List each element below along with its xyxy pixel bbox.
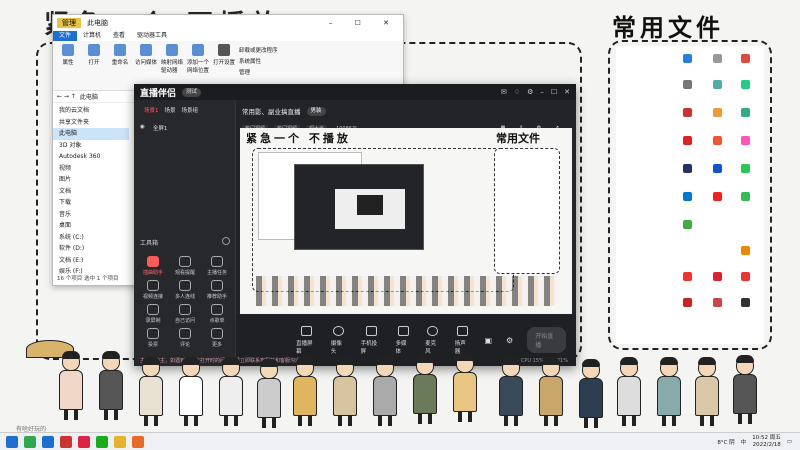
- nav-item[interactable]: 我的云文档: [53, 105, 129, 117]
- manage-link[interactable]: 管理: [239, 68, 278, 76]
- app-icon-red[interactable]: [78, 435, 90, 448]
- left-panel: 场景1 场景 场景组 ◉ 全屏1 工具箱 插曲助手 观看提醒 主播任务 视频连接 …: [134, 100, 236, 366]
- preview-heading-left: 紧急一个 不播放: [246, 132, 351, 145]
- uninstall-link[interactable]: 卸载或更改程序: [239, 46, 278, 54]
- tool-view-reminder[interactable]: 观看提醒: [170, 256, 200, 276]
- tab-scene-group[interactable]: 场景组: [182, 106, 199, 114]
- app-logo: 直播伴侣: [140, 88, 177, 99]
- tool-song-list[interactable]: 点歌单: [202, 304, 232, 324]
- app-icon-blue[interactable]: [42, 435, 54, 448]
- taskbar: 8°C 阴 中 10:52 周五 2022/2/18 ▭: [0, 432, 800, 450]
- nav-item[interactable]: Autodesk 360: [53, 151, 129, 163]
- tab-scene[interactable]: 场景: [165, 106, 176, 114]
- rename-icon: [114, 44, 126, 56]
- monitor-icon: [300, 325, 312, 336]
- character-strip: [0, 338, 800, 432]
- nav-item[interactable]: 视频: [53, 163, 129, 175]
- tab-computer[interactable]: 计算机: [77, 31, 107, 41]
- stream-tag[interactable]: 男装: [306, 106, 326, 116]
- clock[interactable]: 10:52 周五 2022/2/18: [752, 435, 781, 449]
- nav-item[interactable]: 共享文件夹: [53, 117, 129, 129]
- access-media-button[interactable]: 访问媒体: [135, 44, 157, 87]
- window-controls[interactable]: ✉ ♢ ⚙ – ☐ ✕: [501, 88, 570, 96]
- toolbox-label: 工具箱: [140, 240, 159, 247]
- eye-icon[interactable]: ◉: [140, 124, 145, 132]
- notification-icon[interactable]: ▭: [787, 439, 792, 445]
- app-icon-green[interactable]: [24, 435, 36, 448]
- open-icon: [88, 44, 100, 56]
- properties-button[interactable]: 属性: [57, 44, 79, 87]
- tab-scene1[interactable]: 场景1: [144, 106, 159, 114]
- more-icon[interactable]: [222, 237, 230, 245]
- camera-icon: [333, 325, 345, 336]
- phone-icon: [365, 325, 377, 336]
- app-icon-orange[interactable]: [132, 435, 144, 448]
- window-title: 此电脑: [87, 19, 108, 27]
- weather-text[interactable]: 8°C 阴: [717, 438, 734, 446]
- tool-record[interactable]: 录屏制: [138, 304, 168, 324]
- ime-indicator[interactable]: 中: [741, 438, 747, 446]
- nav-item[interactable]: 3D 对象: [53, 140, 129, 152]
- manage-tab[interactable]: 管理: [57, 18, 81, 28]
- tab-view[interactable]: 查看: [107, 31, 131, 41]
- maximize-icon[interactable]: ☐: [551, 88, 557, 96]
- media-icon: [140, 44, 152, 56]
- close-icon[interactable]: ✕: [564, 88, 570, 96]
- tool-host-task[interactable]: 主播任务: [202, 256, 232, 276]
- start-icon[interactable]: [6, 435, 18, 448]
- map-drive-button[interactable]: 映射网络驱动器: [161, 44, 183, 87]
- desktop-icons-panel: [616, 46, 764, 344]
- nav-item-this-pc[interactable]: 此电脑: [53, 128, 129, 140]
- stream-preview[interactable]: 紧急一个 不播放 常用文件: [240, 128, 572, 314]
- window-controls[interactable]: – ☐ ✕: [329, 19, 403, 27]
- nav-item[interactable]: 下载: [53, 197, 129, 209]
- nav-item[interactable]: 文档: [53, 186, 129, 198]
- system-properties-link[interactable]: 系统属性: [239, 57, 278, 65]
- tool-self-visit[interactable]: 自己访问: [170, 304, 200, 324]
- nav-item[interactable]: 音乐: [53, 209, 129, 221]
- tool-interlude[interactable]: 插曲助手: [138, 256, 168, 276]
- nav-item[interactable]: 系统 (C:): [53, 232, 129, 244]
- stream-title[interactable]: 常用影、副业搞直播: [242, 106, 301, 116]
- speaker-icon: [457, 325, 469, 336]
- test-badge: 测试: [182, 87, 202, 97]
- mail-icon[interactable]: ✉: [501, 88, 507, 96]
- desktop-heading-right: 常用文件: [612, 13, 724, 42]
- nav-item[interactable]: 桌面: [53, 220, 129, 232]
- tab-drive-tools[interactable]: 驱动器工具: [131, 31, 173, 41]
- media-icon: [397, 325, 409, 336]
- tool-recommend[interactable]: 推荐助手: [202, 280, 232, 300]
- gear-icon: [218, 44, 230, 56]
- app-icon-pdf[interactable]: [60, 435, 72, 448]
- tab-file[interactable]: 文件: [53, 31, 78, 41]
- open-button[interactable]: 打开: [83, 44, 105, 87]
- navigation-pane: 我的云文档 共享文件夹 此电脑 3D 对象 Autodesk 360 视频 图片…: [53, 105, 129, 278]
- mic-icon: [427, 325, 439, 336]
- nav-item[interactable]: 图片: [53, 174, 129, 186]
- settings-icon[interactable]: ⚙: [527, 88, 533, 96]
- tool-multi-link[interactable]: 多人连线: [170, 280, 200, 300]
- wechat-icon[interactable]: [96, 435, 108, 448]
- add-network-location-button[interactable]: 添加一个网络位置: [187, 44, 209, 87]
- shirt-icon[interactable]: ♢: [514, 88, 520, 96]
- scene-source-item[interactable]: ◉ 全屏1: [134, 120, 235, 136]
- rename-button[interactable]: 重命名: [109, 44, 131, 87]
- properties-icon: [62, 44, 74, 56]
- folder-icon[interactable]: [114, 435, 126, 448]
- streaming-app-window[interactable]: 直播伴侣 测试 ✉ ♢ ⚙ – ☐ ✕ 场景1 场景 场景组 ◉ 全屏1 工具箱 …: [134, 84, 576, 366]
- network-location-icon: [192, 44, 204, 56]
- tool-video-link[interactable]: 视频连接: [138, 280, 168, 300]
- minimize-icon[interactable]: –: [540, 88, 544, 96]
- nav-item[interactable]: 文档 (E:): [53, 255, 129, 267]
- open-settings-button[interactable]: 打开设置: [213, 44, 235, 87]
- preview-heading-right: 常用文件: [496, 132, 540, 145]
- nav-item[interactable]: 软件 (D:): [53, 243, 129, 255]
- status-bar: 16 个项目 选中 1 个项目: [57, 276, 119, 282]
- network-drive-icon: [166, 44, 178, 56]
